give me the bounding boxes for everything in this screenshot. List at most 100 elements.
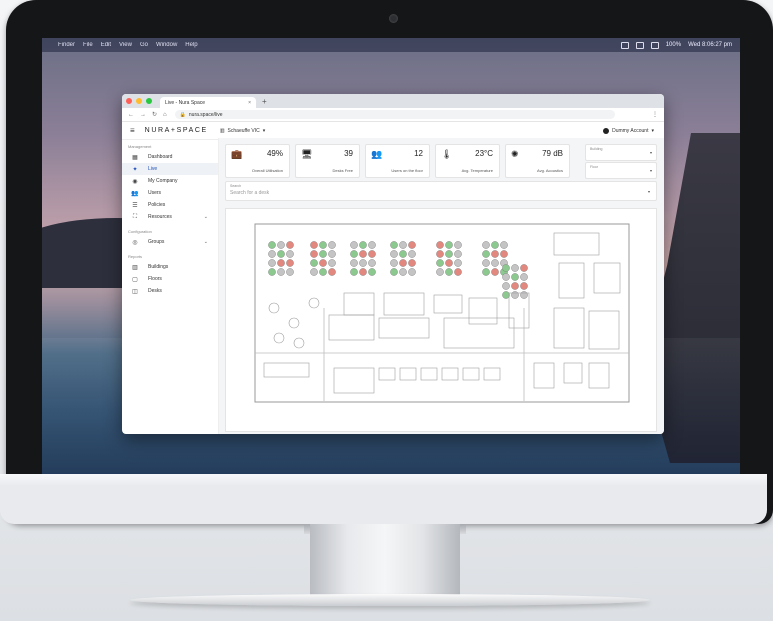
close-window-button[interactable] [126, 98, 132, 104]
chevron-down-icon[interactable]: ⌄ [204, 239, 208, 245]
account-menu[interactable]: Dummy Account ▾ [603, 127, 654, 134]
sidebar-item-icon: ✦ [132, 166, 138, 173]
stat-card: 🖥 39 Desks Free [295, 144, 360, 178]
room-outline [441, 367, 459, 381]
room-outline [563, 362, 583, 384]
room-outline [508, 292, 530, 329]
desk-seat [368, 241, 376, 249]
sidebar-item-buildings[interactable]: ▥ Buildings [122, 261, 218, 273]
menu-go[interactable]: Go [140, 42, 148, 48]
account-name: Dummy Account [612, 127, 649, 134]
monitor-icon: 🖥 [301, 149, 313, 159]
app-logo[interactable]: NURA+SPACE [145, 127, 208, 134]
desk-seat [328, 268, 336, 276]
sidebar-section-title: Management [128, 144, 152, 149]
chevron-down-icon[interactable]: ⌄ [204, 214, 208, 220]
browser-toolbar: ← → ↻ ⌂ 🔒 nura.space/live ⋮ [122, 108, 664, 122]
sidebar-section-title: Configuration [128, 229, 152, 234]
chevron-down-icon: ▾ [651, 127, 654, 134]
desk-seat [390, 268, 398, 276]
menu-view[interactable]: View [119, 42, 132, 48]
stat-label: Avg. Temperature [461, 168, 493, 173]
room-outline [433, 294, 463, 314]
reload-icon[interactable]: ↻ [152, 111, 157, 118]
monitor-foot [130, 594, 650, 606]
menubar-clock[interactable]: Wed 8:06:27 pm [688, 42, 732, 48]
sidebar-item-label: Floors [148, 276, 162, 282]
address-bar[interactable]: 🔒 nura.space/live [174, 110, 615, 119]
desk-seat [408, 268, 416, 276]
status-icon[interactable] [635, 41, 644, 49]
desk-seat [454, 268, 462, 276]
room-outline [468, 297, 498, 325]
desk-seat [502, 291, 510, 299]
sidebar-item-label: Buildings [148, 264, 169, 270]
new-tab-button[interactable]: + [262, 97, 267, 106]
menu-edit[interactable]: Edit [101, 42, 111, 48]
sidebar-item-floors[interactable]: ▢ Floors [122, 273, 218, 285]
status-icon[interactable] [620, 41, 629, 49]
desk-seat [436, 241, 444, 249]
floor-select[interactable]: Floor ▾ [585, 162, 657, 179]
back-icon[interactable]: ← [128, 112, 134, 118]
stat-card: 👥 12 Users on the floor [365, 144, 430, 178]
menu-help[interactable]: Help [185, 42, 197, 48]
browser-menu-icon[interactable]: ⋮ [652, 111, 658, 118]
desk-seat [399, 250, 407, 258]
desktop-screen: Finder File Edit View Go Window Help 100… [42, 38, 740, 476]
desk-seat [277, 268, 285, 276]
wifi-icon[interactable] [650, 41, 659, 49]
sidebar-item-users[interactable]: 👥 Users [122, 187, 218, 199]
desk-seat [520, 291, 528, 299]
menu-file[interactable]: File [83, 42, 93, 48]
desk-search[interactable]: Search Search for a desk ▾ [225, 181, 657, 201]
sidebar-item-label: Live [148, 166, 158, 172]
desk-seat [368, 268, 376, 276]
chevron-down-icon: ▾ [649, 150, 652, 155]
desk-seat [268, 250, 276, 258]
room-outline [378, 317, 430, 339]
site-selector[interactable]: ▥ Schaeuffe VIC ▾ [220, 128, 265, 134]
desk-seat [319, 241, 327, 249]
tab-close-icon[interactable]: × [248, 100, 251, 106]
desk-seat [268, 259, 276, 267]
menu-finder[interactable]: Finder [58, 42, 75, 48]
desk-seat [445, 241, 453, 249]
sidebar-item-groups[interactable]: ◎ Groups ⌄ [122, 236, 218, 248]
sidebar-item-label: My Company [148, 178, 178, 184]
zoom-window-button[interactable] [146, 98, 152, 104]
desk-seat [445, 268, 453, 276]
floor-plan[interactable] [254, 223, 630, 403]
home-icon[interactable]: ⌂ [163, 112, 167, 118]
lounge-table [293, 337, 305, 349]
forward-icon[interactable]: → [140, 112, 146, 118]
desk-seat [399, 268, 407, 276]
browser-tab[interactable]: Live - Nura Space × [160, 97, 256, 108]
floor-select-label: Floor [590, 165, 598, 169]
desk-seat [491, 268, 499, 276]
sidebar-item-resources[interactable]: ⛶ Resources ⌄ [122, 211, 218, 223]
room-outline [588, 362, 610, 389]
stat-value: 12 [414, 149, 423, 158]
desk-seat [277, 259, 285, 267]
sidebar-item-desks[interactable]: ◫ Desks [122, 285, 218, 297]
sidebar-item-label: Users [148, 190, 162, 196]
desk-seat [454, 259, 462, 267]
sidebar-item-live[interactable]: ✦ Live [122, 163, 218, 175]
sidebar-item-dashboard[interactable]: ▦ Dashboard [122, 151, 218, 163]
macos-menubar: Finder File Edit View Go Window Help 100… [42, 38, 740, 52]
stat-label: Users on the floor [391, 168, 423, 173]
desk-seat [268, 241, 276, 249]
menu-window[interactable]: Window [156, 42, 177, 48]
hamburger-menu-icon[interactable]: ≡ [130, 126, 135, 135]
desk-seat [520, 264, 528, 272]
lounge-table [273, 332, 285, 344]
sidebar-item-my-company[interactable]: ◉ My Company [122, 175, 218, 187]
desk-seat [491, 250, 499, 258]
desk-seat [511, 282, 519, 290]
sidebar-section-title: Reports [128, 254, 143, 259]
camera-dot [389, 14, 398, 23]
minimize-window-button[interactable] [136, 98, 142, 104]
building-select[interactable]: Building ▾ [585, 144, 657, 161]
sidebar-item-policies[interactable]: ☰ Policies [122, 199, 218, 211]
